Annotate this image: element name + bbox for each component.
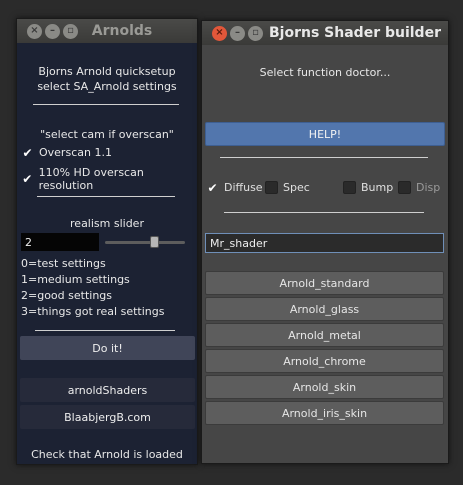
arnold-standard-button[interactable]: Arnold_standard — [205, 271, 444, 295]
realism-slider-track[interactable] — [105, 241, 185, 244]
arnold-iris-skin-button[interactable]: Arnold_iris_skin — [205, 401, 444, 425]
overscan-note: "select cam if overscan" — [40, 128, 174, 141]
do-it-button[interactable]: Do it! — [20, 336, 195, 360]
shader-subtitle: Select function doctor... — [259, 66, 391, 79]
shader-builder-titlebar[interactable]: × – ▫ Bjorns Shader builder — [202, 21, 448, 45]
diffuse-checkbox[interactable]: ✔ Diffuse — [206, 180, 263, 195]
maximize-icon[interactable]: ▫ — [63, 23, 78, 39]
shader-name-input[interactable] — [205, 233, 444, 253]
bump-label: Bump — [361, 181, 394, 194]
arnolds-titlebar[interactable]: × – ▫ Arnolds — [17, 19, 197, 43]
shader-builder-window: × – ▫ Bjorns Shader builder Select funct… — [201, 20, 449, 464]
divider — [37, 196, 175, 197]
checkbox-box — [265, 181, 278, 194]
checkmark-icon: ✔ — [22, 172, 33, 186]
help-button[interactable]: HELP! — [205, 122, 445, 146]
minimize-icon[interactable]: – — [45, 23, 60, 39]
overscan-label: Overscan 1.1 — [39, 146, 112, 159]
realism-slider-handle[interactable] — [149, 236, 159, 248]
arnold-chrome-button[interactable]: Arnold_chrome — [205, 349, 444, 373]
blaabjergb-link-button[interactable]: BlaabjergB.com — [20, 405, 195, 429]
legend-item: 0=test settings — [21, 257, 106, 270]
checkmark-icon: ✔ — [22, 145, 33, 160]
checkmark-icon: ✔ — [207, 180, 218, 195]
disp-label: Disp — [416, 181, 441, 194]
arnold-skin-button[interactable]: Arnold_skin — [205, 375, 444, 399]
arnold-metal-button[interactable]: Arnold_metal — [205, 323, 444, 347]
arnolds-window: × – ▫ Arnolds Bjorns Arnold quicksetup s… — [16, 18, 198, 465]
hd-overscan-checkbox[interactable]: ✔ 110% HD overscan resolution — [21, 166, 197, 192]
checkbox-box — [343, 181, 356, 194]
close-icon[interactable]: × — [212, 25, 227, 41]
legend-item: 1=medium settings — [21, 273, 130, 286]
arnold-glass-button[interactable]: Arnold_glass — [205, 297, 444, 321]
intro-text-line1: Bjorns Arnold quicksetup — [38, 65, 176, 78]
arnold-shaders-button[interactable]: arnoldShaders — [20, 378, 195, 402]
checkbox-box — [398, 181, 411, 194]
disp-checkbox[interactable]: Disp — [398, 181, 440, 194]
divider — [33, 104, 179, 105]
realism-slider-label: realism slider — [70, 217, 144, 230]
divider — [220, 157, 428, 158]
spec-checkbox[interactable]: Spec — [265, 181, 310, 194]
close-icon[interactable]: × — [27, 23, 42, 39]
intro-text-line2: select SA_Arnold settings — [37, 80, 177, 93]
bump-checkbox[interactable]: Bump — [343, 181, 393, 194]
legend-item: 3=things got real settings — [21, 305, 165, 318]
diffuse-label: Diffuse — [224, 181, 263, 194]
realism-value-field[interactable] — [21, 233, 99, 251]
divider — [224, 212, 424, 213]
footer-status: Check that Arnold is loaded — [31, 448, 183, 461]
spec-label: Spec — [283, 181, 310, 194]
divider — [35, 330, 175, 331]
legend-item: 2=good settings — [21, 289, 113, 302]
overscan-checkbox[interactable]: ✔ Overscan 1.1 — [21, 145, 112, 160]
minimize-icon[interactable]: – — [230, 25, 245, 41]
maximize-icon[interactable]: ▫ — [248, 25, 263, 41]
hd-overscan-label: 110% HD overscan resolution — [38, 166, 144, 192]
